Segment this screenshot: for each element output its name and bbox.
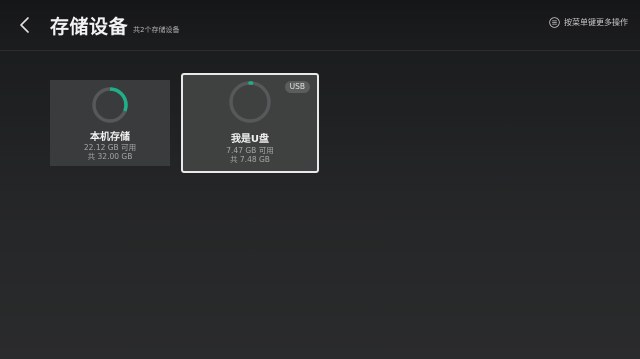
storage-usage-ring [229,81,271,123]
menu-hint: 按菜单键更多操作 [549,17,628,28]
page-title: 存储设备 [50,16,129,38]
storage-total: 共 7.48 GB [230,155,270,164]
menu-circle-icon [549,17,560,28]
header-bar: 存储设备 共2个存储设备 按菜单键更多操作 [0,0,640,50]
storage-card-local[interactable]: 本机存储 22.12 GB 可用 共 32.00 GB [50,80,170,166]
device-count-subtitle: 共2个存储设备 [133,26,180,34]
usb-badge: USB [284,81,310,93]
chevron-left-icon[interactable] [14,14,36,36]
storage-usage-ring [92,87,128,123]
menu-hint-text: 按菜单键更多操作 [564,18,628,27]
storage-available: 7.47 GB 可用 [226,146,274,155]
storage-total: 共 32.00 GB [87,152,133,161]
storage-name: 我是U盘 [230,134,270,145]
storage-name: 本机存储 [90,132,130,143]
storage-card-usb[interactable]: USB 我是U盘 7.47 GB 可用 共 7.48 GB [181,73,319,173]
header-divider [0,50,640,51]
storage-available: 22.12 GB 可用 [83,143,137,152]
